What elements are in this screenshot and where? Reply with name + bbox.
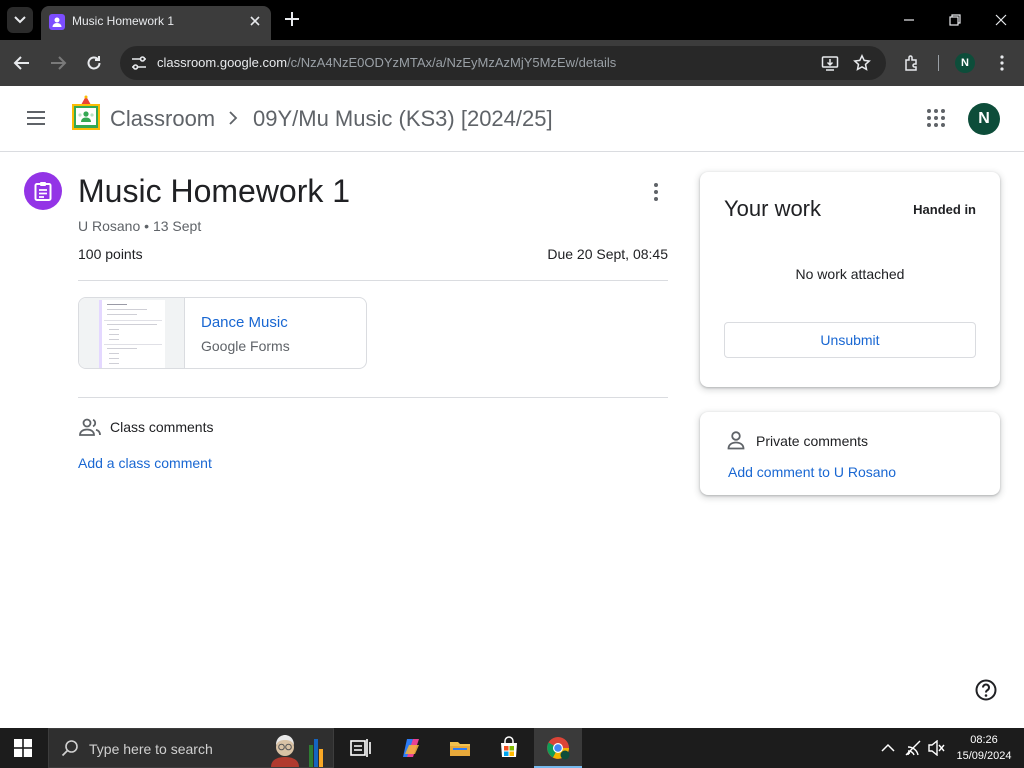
- new-tab-icon[interactable]: [283, 10, 301, 28]
- person-icon: [727, 431, 745, 450]
- microsoft-store-icon[interactable]: [497, 736, 521, 760]
- classroom-logo-icon[interactable]: [72, 95, 100, 131]
- toolbar-divider: [938, 55, 939, 71]
- attachment-title[interactable]: Dance Music: [201, 314, 288, 331]
- taskbar-clock[interactable]: 08:26 15/09/2024: [948, 732, 1020, 764]
- restore-window-icon[interactable]: [947, 12, 963, 28]
- address-bar[interactable]: classroom.google.com/c/NzA4NzE0ODYzMTAx/…: [120, 46, 886, 80]
- task-view-icon[interactable]: [348, 736, 372, 760]
- attachment-card[interactable]: Dance Music Google Forms: [78, 297, 367, 369]
- no-work-message: No work attached: [795, 266, 905, 282]
- install-app-icon[interactable]: [821, 54, 839, 72]
- back-arrow-icon[interactable]: [13, 54, 31, 72]
- browser-tab-bar: Music Homework 1: [0, 0, 1024, 40]
- search-icon: [61, 740, 78, 757]
- minimize-window-icon[interactable]: [901, 12, 917, 28]
- google-apps-icon[interactable]: [926, 108, 946, 128]
- assignment-meta: U Rosano • 13 Sept: [78, 218, 201, 234]
- unsubmit-button[interactable]: Unsubmit: [724, 322, 976, 358]
- search-highlight-illustration-icon: [271, 735, 323, 767]
- forward-arrow-icon[interactable]: [49, 54, 67, 72]
- app-name[interactable]: Classroom: [110, 106, 215, 132]
- extensions-icon[interactable]: [903, 54, 921, 72]
- taskbar-search-box[interactable]: Type here to search: [48, 728, 334, 768]
- close-window-icon[interactable]: [993, 12, 1009, 28]
- file-explorer-icon[interactable]: [448, 736, 472, 760]
- site-info-icon[interactable]: [130, 54, 148, 72]
- private-comments-heading: Private comments: [756, 433, 869, 449]
- url-text: classroom.google.com/c/NzA4NzE0ODYzMTAx/…: [157, 55, 616, 70]
- browser-tab-active[interactable]: Music Homework 1: [41, 6, 271, 40]
- attachment-thumbnail: [79, 298, 185, 368]
- taskbar-chrome-button[interactable]: [534, 728, 582, 768]
- url-host: classroom.google.com: [157, 55, 288, 70]
- assignment-posted-date: 13 Sept: [152, 218, 202, 234]
- copilot-icon[interactable]: [399, 736, 423, 760]
- clock-date: 15/09/2024: [956, 750, 1012, 762]
- browser-profile-avatar[interactable]: N: [955, 53, 975, 73]
- assignment-points: 100 points: [78, 246, 143, 262]
- tab-title: Music Homework 1: [72, 14, 175, 28]
- browser-menu-icon[interactable]: [993, 54, 1011, 72]
- classroom-header: Classroom 09Y/Mu Music (KS3) [2024/25] N: [0, 86, 1024, 152]
- taskbar-search-placeholder: Type here to search: [89, 741, 213, 757]
- submission-status: Handed in: [913, 202, 976, 217]
- class-comments-heading: Class comments: [110, 419, 214, 435]
- more-options-icon[interactable]: [646, 181, 666, 203]
- add-private-comment-link[interactable]: Add comment to U Rosano: [728, 464, 896, 480]
- network-icon[interactable]: [905, 740, 923, 756]
- meta-separator: •: [144, 218, 153, 234]
- assignment-title: Music Homework 1: [78, 173, 351, 209]
- attachment-type: Google Forms: [201, 338, 290, 354]
- comments-divider: [78, 397, 668, 398]
- help-icon[interactable]: [975, 679, 997, 701]
- assignment-due-date: Due 20 Sept, 08:45: [547, 246, 668, 262]
- private-comments-card: Private comments Add comment to U Rosano: [700, 412, 1000, 495]
- tab-search-button[interactable]: [7, 7, 33, 33]
- add-class-comment-link[interactable]: Add a class comment: [78, 455, 212, 471]
- clock-time: 08:26: [970, 734, 998, 746]
- chevron-down-icon: [14, 16, 26, 24]
- close-tab-icon[interactable]: [247, 13, 263, 29]
- form-preview-page: [99, 300, 165, 368]
- windows-taskbar: Type here to search 08:26 15/09/2024: [0, 728, 1024, 768]
- bookmark-star-icon[interactable]: [853, 54, 871, 72]
- chrome-icon: [547, 737, 570, 760]
- account-avatar[interactable]: N: [968, 103, 1000, 135]
- breadcrumb-class-name[interactable]: 09Y/Mu Music (KS3) [2024/25]: [253, 106, 553, 132]
- windows-start-icon[interactable]: [14, 739, 32, 757]
- details-divider: [78, 280, 668, 281]
- assignment-icon: [24, 172, 62, 210]
- people-icon: [79, 418, 101, 436]
- your-work-title: Your work: [724, 196, 822, 221]
- reload-icon[interactable]: [85, 54, 103, 72]
- classroom-favicon-icon: [49, 14, 65, 30]
- main-menu-icon[interactable]: [26, 109, 46, 127]
- url-path: /c/NzA4NzE0ODYzMTAx/a/NzEyMzAzMjY5MzEw/d…: [287, 55, 617, 70]
- browser-toolbar: classroom.google.com/c/NzA4NzE0ODYzMTAx/…: [0, 40, 1024, 86]
- volume-muted-icon[interactable]: [928, 740, 946, 756]
- breadcrumb-chevron-icon: [229, 111, 238, 125]
- assignment-author: U Rosano: [78, 218, 141, 234]
- tray-overflow-chevron-icon[interactable]: [880, 741, 896, 755]
- your-work-card: Your work Handed in No work attached Uns…: [700, 172, 1000, 387]
